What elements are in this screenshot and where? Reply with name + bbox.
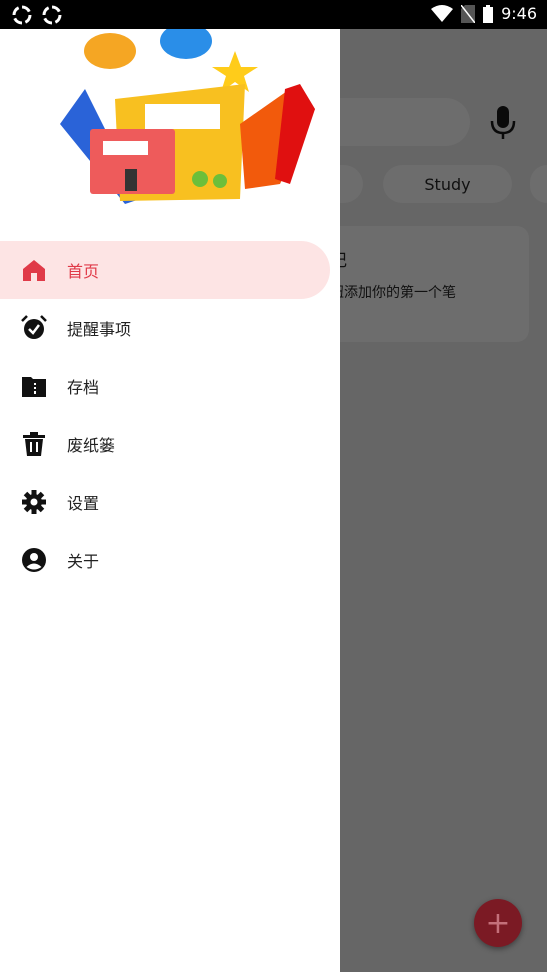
drawer-item-label: 提醒事项 bbox=[67, 320, 132, 339]
add-note-button[interactable]: + bbox=[474, 899, 522, 947]
empty-description: 钮添加你的第一个笔 bbox=[330, 285, 456, 301]
plus-icon: + bbox=[485, 905, 511, 941]
sync-icon bbox=[42, 5, 62, 25]
drawer-item-home[interactable]: 首页 bbox=[0, 241, 330, 299]
drawer-item-reminders[interactable]: 提醒事项 bbox=[0, 299, 330, 357]
drawer-item-label: 存档 bbox=[67, 378, 100, 397]
drawer-item-archive[interactable]: 存档 bbox=[0, 357, 330, 415]
drawer-item-trash[interactable]: 废纸篓 bbox=[0, 415, 330, 473]
status-bar: 9:46 bbox=[0, 0, 547, 29]
no-sim-icon bbox=[461, 4, 476, 23]
microphone-icon[interactable] bbox=[490, 106, 516, 140]
archive-folder-icon bbox=[21, 373, 47, 399]
chip-label: Study bbox=[424, 174, 471, 194]
clock: 9:46 bbox=[501, 4, 537, 23]
account-circle-icon bbox=[21, 547, 47, 573]
home-icon bbox=[21, 257, 47, 283]
navigation-drawer: 首页 提醒事项 存档 废纸篓 设置 关于 bbox=[0, 29, 340, 972]
drawer-item-settings[interactable]: 设置 bbox=[0, 473, 330, 531]
sync-icon bbox=[12, 5, 32, 25]
notebook-illustration bbox=[60, 29, 315, 204]
trash-icon bbox=[21, 431, 47, 457]
battery-icon bbox=[483, 4, 494, 23]
gear-icon bbox=[21, 489, 47, 515]
drawer-item-about[interactable]: 关于 bbox=[0, 531, 330, 589]
drawer-item-label: 首页 bbox=[67, 262, 100, 281]
alarm-check-icon bbox=[21, 315, 47, 341]
wifi-icon bbox=[431, 4, 454, 22]
filter-chip-study[interactable]: Study bbox=[383, 165, 512, 203]
drawer-item-label: 设置 bbox=[67, 494, 100, 513]
drawer-item-label: 关于 bbox=[67, 552, 100, 571]
drawer-item-label: 废纸篓 bbox=[67, 436, 116, 455]
